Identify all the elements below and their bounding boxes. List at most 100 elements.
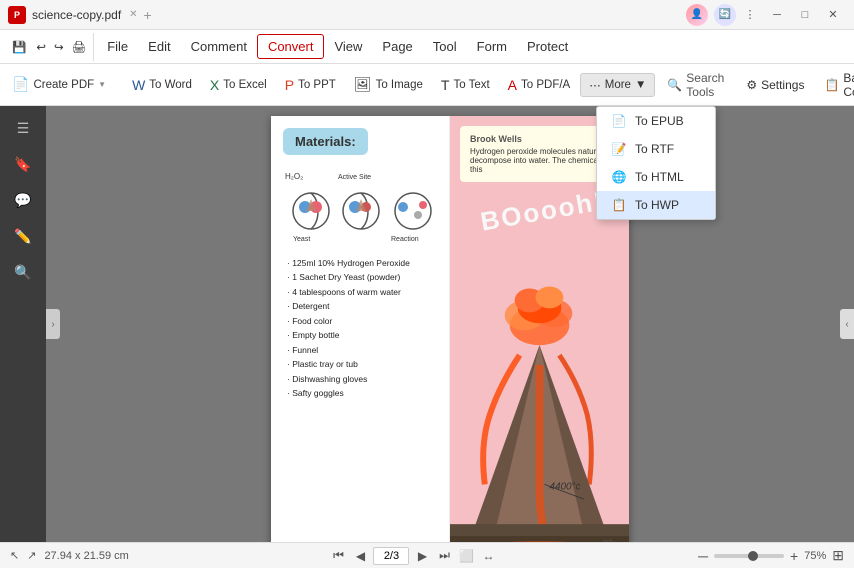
to-ppt-button[interactable]: P To PPT xyxy=(277,73,344,97)
file-menu[interactable]: File xyxy=(97,35,138,58)
epub-icon: 📄 xyxy=(611,113,627,129)
html-icon: 🌐 xyxy=(611,169,627,185)
materials-list: · 125ml 10% Hydrogen Peroxide · 1 Sachet… xyxy=(283,256,439,400)
to-pdf-a-button[interactable]: A To PDF/A xyxy=(500,73,579,97)
list-item: · Safty goggles xyxy=(283,386,439,400)
statusbar-right: ─ + 75% ⊞ xyxy=(698,547,844,564)
comment-menu[interactable]: Comment xyxy=(181,35,257,58)
undo-button[interactable]: ↩ xyxy=(32,38,50,56)
left-expand-toggle[interactable]: › xyxy=(46,309,60,339)
more-button[interactable]: ⋯ More ▼ xyxy=(580,73,655,97)
list-item: · 125ml 10% Hydrogen Peroxide xyxy=(283,256,439,270)
protect-menu[interactable]: Protect xyxy=(517,35,578,58)
sidebar-item-menu[interactable]: ☰ xyxy=(7,112,39,144)
search-icon: 🔍 xyxy=(667,78,682,92)
svg-text:H₂O₂: H₂O₂ xyxy=(285,172,303,181)
to-html-label: To HTML xyxy=(635,170,684,184)
statusbar: ↖ ↗ 27.94 x 21.59 cm ⏮ ◀ ▶ ⏭ ⬜ ↔ ─ + 75%… xyxy=(0,542,854,568)
zoom-slider[interactable] xyxy=(714,554,784,558)
next-page-button[interactable]: ▶ xyxy=(413,547,431,565)
close-window-button[interactable]: ✕ xyxy=(820,4,846,26)
to-ppt-label: To PPT xyxy=(298,79,336,91)
titlebar: P science-copy.pdf ✕ + 👤 🔄 ⋮ ─ □ ✕ xyxy=(0,0,854,30)
materials-header: Materials: xyxy=(283,128,368,155)
pointer-icon: ↗ xyxy=(27,549,36,562)
to-image-button[interactable]: 🖼 To Image xyxy=(346,72,431,97)
zoom-thumb xyxy=(748,551,758,561)
hwp-icon: 📋 xyxy=(611,197,627,213)
create-pdf-button[interactable]: 📄 Create PDF ▼ xyxy=(4,72,114,97)
first-page-button[interactable]: ⏮ xyxy=(329,547,347,565)
sidebar-item-bookmark[interactable]: 🔖 xyxy=(7,148,39,180)
fit-page-button[interactable]: ⬜ xyxy=(457,547,475,565)
right-expand-toggle[interactable]: ‹ xyxy=(840,309,854,339)
zoom-in-button[interactable]: + xyxy=(790,548,798,564)
prev-page-button[interactable]: ◀ xyxy=(351,547,369,565)
view-mode-button[interactable]: ⊞ xyxy=(832,547,844,564)
fit-width-button[interactable]: ↔ xyxy=(479,547,497,565)
svg-text:Reaction: Reaction xyxy=(391,236,419,243)
more-options-button[interactable]: ⋮ xyxy=(742,7,758,23)
sync-icon[interactable]: 🔄 xyxy=(714,4,736,26)
list-item: · 1 Sachet Dry Yeast (powder) xyxy=(283,270,439,284)
convert-menu[interactable]: Convert xyxy=(257,34,325,59)
more-caret: ▼ xyxy=(635,79,646,91)
file-menu-icon[interactable]: 💾 xyxy=(6,38,32,56)
page-input[interactable] xyxy=(373,547,409,565)
batch-convert-button[interactable]: 📋 Batch Conve... xyxy=(816,67,854,103)
sidebar-item-edit[interactable]: ✏️ xyxy=(7,220,39,252)
page-area: Materials: H₂O₂ Active Site Yeast Reacti… xyxy=(46,106,854,542)
to-word-label: To Word xyxy=(149,79,192,91)
redo-button[interactable]: ↪ xyxy=(50,38,68,56)
sidebar-item-search[interactable]: 🔍 xyxy=(7,256,39,288)
settings-button[interactable]: ⚙ Settings xyxy=(738,74,812,96)
svg-text:Yeast: Yeast xyxy=(293,236,310,243)
toolbar: 📄 Create PDF ▼ W To Word X To Excel P To… xyxy=(0,64,854,106)
cursor-icon: ↖ xyxy=(10,549,19,562)
to-text-label: To Text xyxy=(453,79,489,91)
profile-icon[interactable]: 👤 xyxy=(686,4,708,26)
create-pdf-caret: ▼ xyxy=(98,80,106,89)
to-hwp-item[interactable]: 📋 To HWP xyxy=(597,191,715,219)
zoom-level-label: 75% xyxy=(804,550,826,562)
create-pdf-label: Create PDF xyxy=(33,79,94,91)
list-item: · Food color xyxy=(283,314,439,328)
to-hwp-label: To HWP xyxy=(635,198,679,212)
view-menu[interactable]: View xyxy=(324,35,372,58)
filename-label: science-copy.pdf xyxy=(32,8,121,22)
print-icon: 🖨 xyxy=(72,40,87,54)
list-item: · Funnel xyxy=(283,343,439,357)
search-tools-label: Search Tools xyxy=(686,71,724,99)
to-rtf-item[interactable]: 📝 To RTF xyxy=(597,135,715,163)
maximize-button[interactable]: □ xyxy=(792,4,818,26)
pdf-page: Materials: H₂O₂ Active Site Yeast Reacti… xyxy=(271,116,629,542)
sidebar-item-comment[interactable]: 💬 xyxy=(7,184,39,216)
to-word-button[interactable]: W To Word xyxy=(124,73,200,97)
edit-menu[interactable]: Edit xyxy=(138,35,180,58)
form-menu[interactable]: Form xyxy=(467,35,517,58)
save-icon: 💾 xyxy=(12,40,26,54)
tab-close-button[interactable]: ✕ xyxy=(129,9,137,20)
list-item: · 4 tablespoons of warm water xyxy=(283,285,439,299)
rtf-icon: 📝 xyxy=(611,141,627,157)
zoom-out-button[interactable]: ─ xyxy=(698,548,708,564)
page-menu[interactable]: Page xyxy=(372,35,422,58)
minimize-button[interactable]: ─ xyxy=(764,4,790,26)
list-item: · Empty bottle xyxy=(283,328,439,342)
to-html-item[interactable]: 🌐 To HTML xyxy=(597,163,715,191)
batch-label: Batch Conve... xyxy=(843,71,854,99)
to-image-icon: 🖼 xyxy=(354,76,372,93)
menu-separator-1 xyxy=(93,33,94,61)
booooh-text: BOoooh! xyxy=(478,185,607,237)
last-page-button[interactable]: ⏭ xyxy=(435,547,453,565)
to-epub-item[interactable]: 📄 To EPUB xyxy=(597,107,715,135)
to-text-button[interactable]: T To Text xyxy=(433,73,498,97)
to-ppt-icon: P xyxy=(285,77,294,93)
print-button[interactable]: 🖨 xyxy=(68,38,91,56)
to-excel-button[interactable]: X To Excel xyxy=(202,73,275,97)
app-logo: P xyxy=(8,6,26,24)
new-tab-button[interactable]: + xyxy=(144,7,152,23)
search-tools-button[interactable]: 🔍 Search Tools xyxy=(657,67,734,103)
to-excel-label: To Excel xyxy=(223,79,266,91)
tool-menu[interactable]: Tool xyxy=(423,35,467,58)
